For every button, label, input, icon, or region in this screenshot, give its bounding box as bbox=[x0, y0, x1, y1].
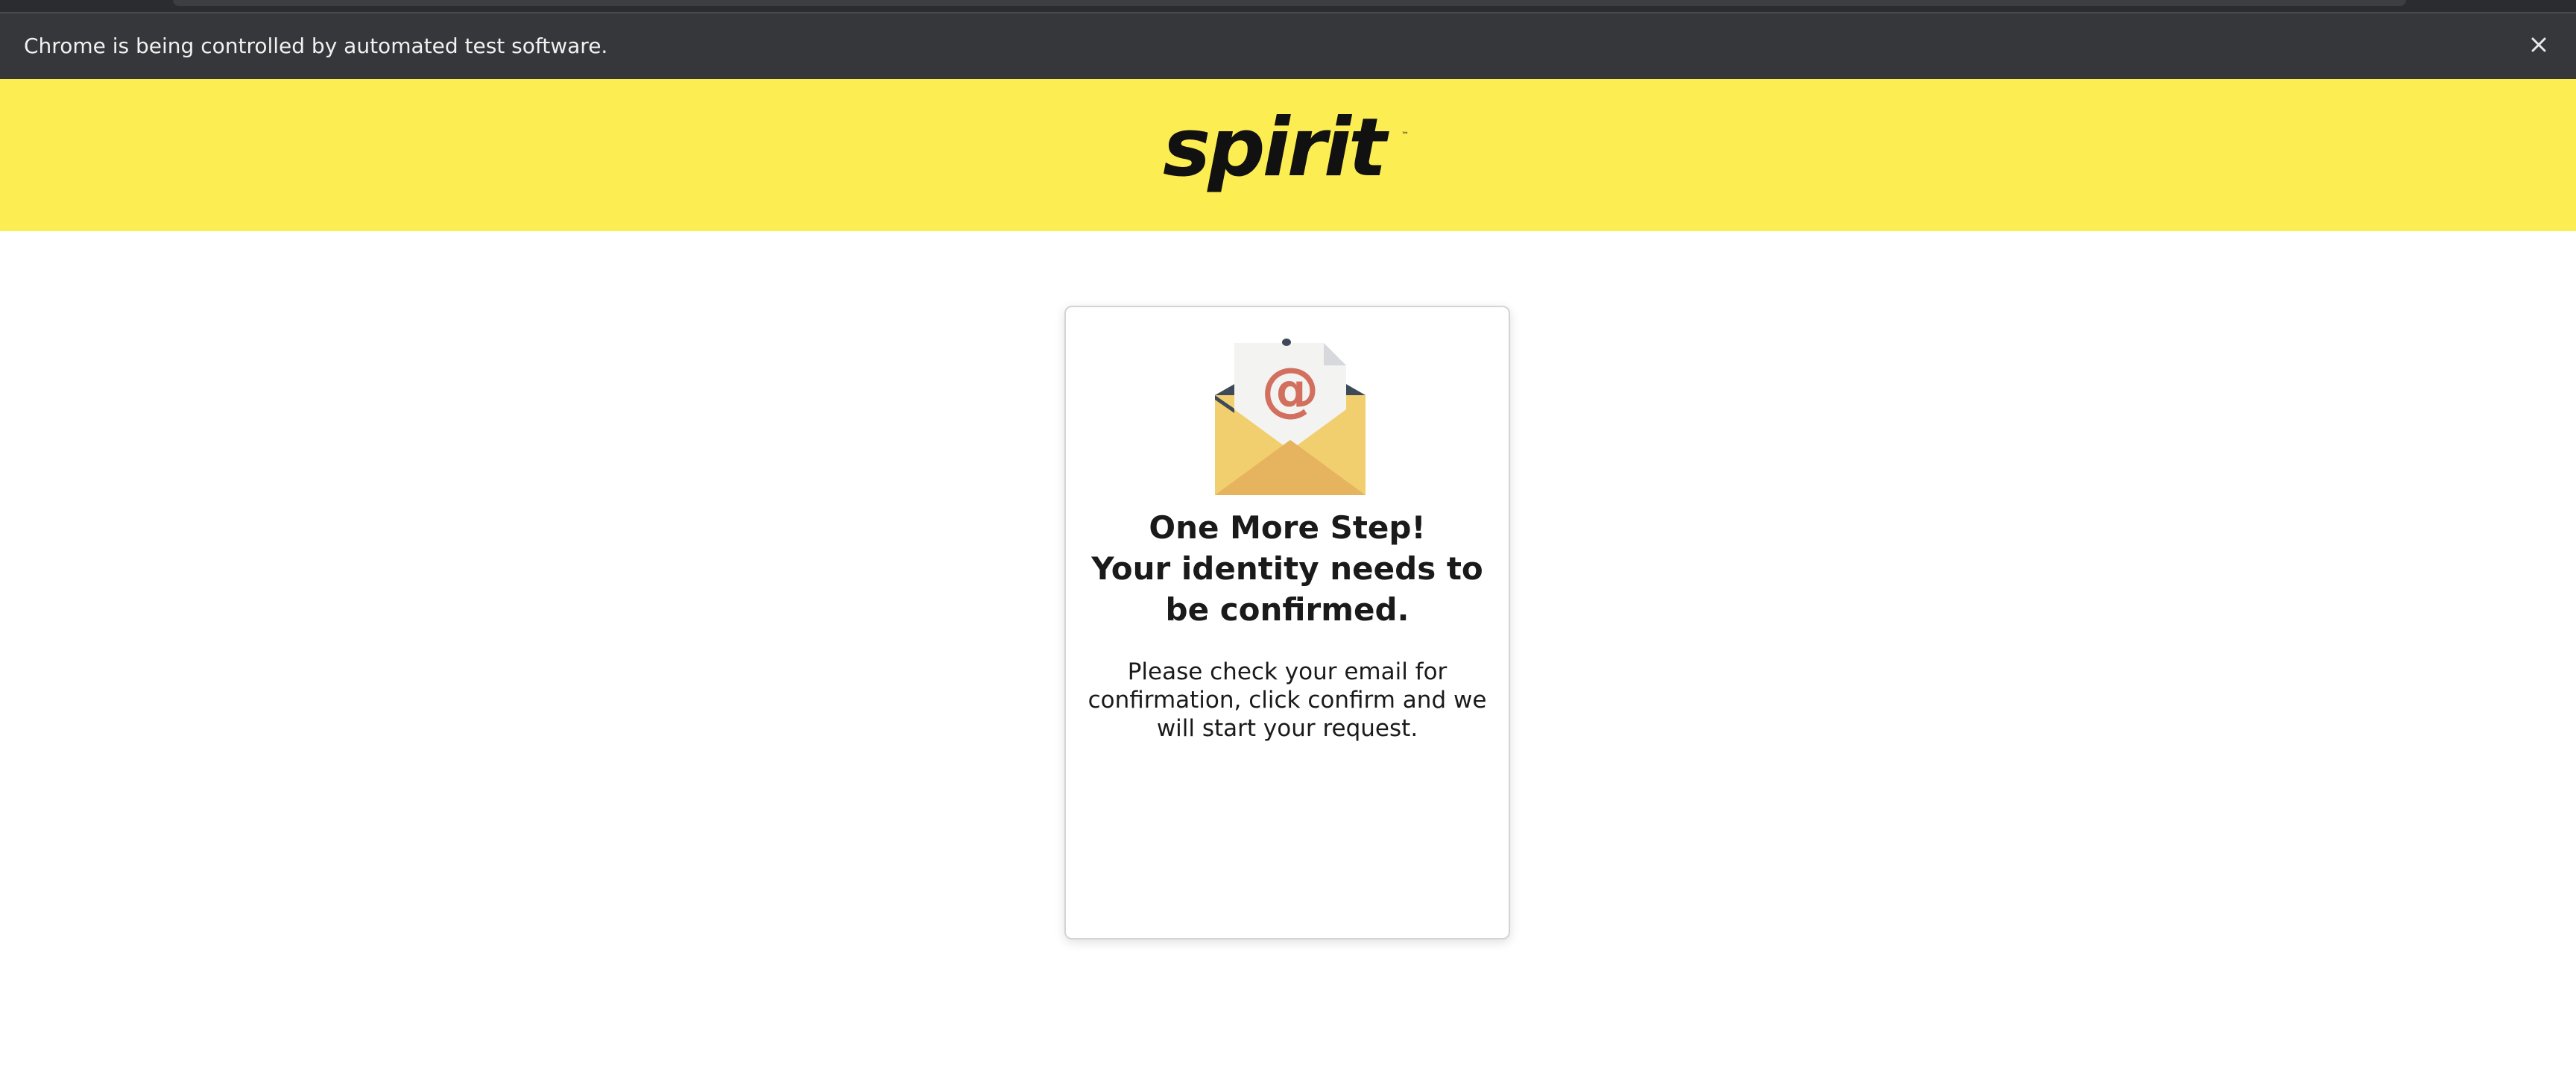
svg-text:@: @ bbox=[1261, 356, 1319, 424]
spirit-logo[interactable]: spirit ™ bbox=[1161, 101, 1415, 201]
heading-line-2: Your identity needs to be confirmed. bbox=[1091, 550, 1483, 628]
heading-line-1: One More Step! bbox=[1149, 509, 1426, 546]
confirmation-instructions: Please check your email for confirmation… bbox=[1087, 658, 1487, 742]
automation-infobar: Chrome is being controlled by automated … bbox=[0, 12, 2576, 79]
svg-text:spirit: spirit bbox=[1163, 104, 1389, 195]
email-envelope-icon: @ bbox=[1212, 336, 1368, 500]
automation-notice-text: Chrome is being controlled by automated … bbox=[24, 34, 608, 58]
browser-tab-strip bbox=[173, 0, 2406, 6]
confirmation-heading: One More Step! Your identity needs to be… bbox=[1066, 507, 1509, 630]
close-icon[interactable] bbox=[2524, 30, 2554, 60]
confirmation-card: @ One More Step! Your identity needs to … bbox=[1064, 306, 1510, 940]
svg-text:™: ™ bbox=[1401, 131, 1409, 139]
